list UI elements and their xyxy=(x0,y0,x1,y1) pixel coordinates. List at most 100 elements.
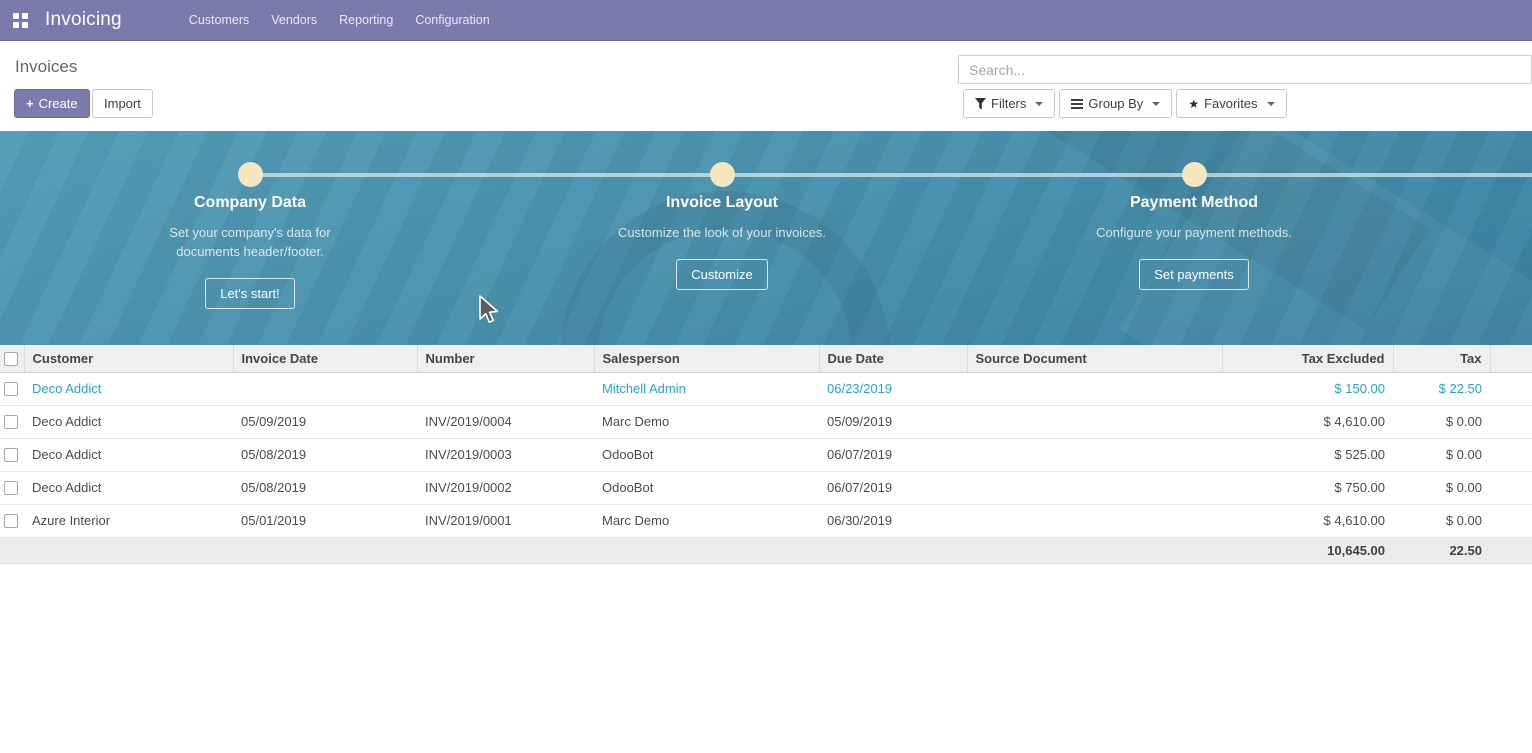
table-row[interactable]: Azure Interior05/01/2019INV/2019/0001Mar… xyxy=(0,504,1532,537)
total-tax: 22.50 xyxy=(1393,537,1490,563)
cell-source-document[interactable] xyxy=(967,471,1222,504)
cell-tax[interactable]: $ 0.00 xyxy=(1393,438,1490,471)
column-header-tax-excluded[interactable]: Tax Excluded xyxy=(1222,345,1393,372)
table-row[interactable]: Deco Addict05/08/2019INV/2019/0003OdooBo… xyxy=(0,438,1532,471)
cell-extra xyxy=(1490,405,1532,438)
cell-invoice-date[interactable]: 05/08/2019 xyxy=(233,471,417,504)
cell-tax[interactable]: $ 22.50 xyxy=(1393,372,1490,405)
cell-source-document[interactable] xyxy=(967,438,1222,471)
cell-customer[interactable]: Deco Addict xyxy=(24,471,233,504)
cell-source-document[interactable] xyxy=(967,405,1222,438)
cell-extra xyxy=(1490,504,1532,537)
cell-source-document[interactable] xyxy=(967,372,1222,405)
row-checkbox[interactable] xyxy=(4,382,18,396)
cell-salesperson[interactable]: OdooBot xyxy=(594,438,819,471)
create-button[interactable]: + Create xyxy=(14,89,90,118)
cell-tax[interactable]: $ 0.00 xyxy=(1393,471,1490,504)
chevron-down-icon xyxy=(1267,102,1275,106)
row-select-cell xyxy=(0,405,24,438)
select-all-checkbox[interactable] xyxy=(4,352,18,366)
import-button[interactable]: Import xyxy=(92,89,153,118)
menu-vendors[interactable]: Vendors xyxy=(260,0,328,41)
onboarding-step-company-data: Company Data Set your company's data for… xyxy=(90,194,410,309)
cell-customer[interactable]: Azure Interior xyxy=(24,504,233,537)
cell-tax-excluded[interactable]: $ 4,610.00 xyxy=(1222,504,1393,537)
table-row[interactable]: Deco Addict05/08/2019INV/2019/0002OdooBo… xyxy=(0,471,1532,504)
cell-number[interactable]: INV/2019/0002 xyxy=(417,471,594,504)
table-row[interactable]: Deco Addict Mitchell Admin06/23/2019 $ 150… xyxy=(0,372,1532,405)
cell-due-date[interactable]: 06/07/2019 xyxy=(819,471,967,504)
cell-number[interactable]: INV/2019/0004 xyxy=(417,405,594,438)
control-panel: Invoices + Create Import Filters Group B… xyxy=(0,41,1532,131)
search-input[interactable] xyxy=(958,55,1532,84)
column-header-invoice-date[interactable]: Invoice Date xyxy=(233,345,417,372)
column-header-due-date[interactable]: Due Date xyxy=(819,345,967,372)
menu-configuration[interactable]: Configuration xyxy=(404,0,500,41)
menu-customers[interactable]: Customers xyxy=(178,0,260,41)
row-checkbox[interactable] xyxy=(4,514,18,528)
column-header-source-document[interactable]: Source Document xyxy=(967,345,1222,372)
lets-start-button[interactable]: Let's start! xyxy=(205,278,295,309)
cell-number[interactable]: INV/2019/0003 xyxy=(417,438,594,471)
totals-row: 10,645.00 22.50 xyxy=(0,537,1532,563)
cell-customer[interactable]: Deco Addict xyxy=(24,438,233,471)
row-checkbox[interactable] xyxy=(4,415,18,429)
page-title: Invoices xyxy=(15,57,77,77)
cell-number[interactable]: INV/2019/0001 xyxy=(417,504,594,537)
invoice-list-table: CustomerInvoice DateNumberSalespersonDue… xyxy=(0,345,1532,564)
cell-due-date[interactable]: 05/09/2019 xyxy=(819,405,967,438)
row-checkbox[interactable] xyxy=(4,448,18,462)
cell-due-date[interactable]: 06/30/2019 xyxy=(819,504,967,537)
cell-invoice-date[interactable]: 05/01/2019 xyxy=(233,504,417,537)
cell-tax-excluded[interactable]: $ 750.00 xyxy=(1222,471,1393,504)
top-menu: Customers Vendors Reporting Configuratio… xyxy=(178,0,501,41)
cell-extra xyxy=(1490,438,1532,471)
cell-extra xyxy=(1490,471,1532,504)
totals-empty-cell xyxy=(0,537,24,563)
onboarding-step-payment-method: Payment Method Configure your payment me… xyxy=(1034,194,1354,290)
step-dot-invoice-layout[interactable] xyxy=(710,162,735,187)
cell-tax[interactable]: $ 0.00 xyxy=(1393,504,1490,537)
total-tax-excluded: 10,645.00 xyxy=(1222,537,1393,563)
cell-salesperson[interactable]: Marc Demo xyxy=(594,405,819,438)
cell-salesperson[interactable]: OdooBot xyxy=(594,471,819,504)
cell-tax-excluded[interactable]: $ 4,610.00 xyxy=(1222,405,1393,438)
cell-tax-excluded[interactable]: $ 525.00 xyxy=(1222,438,1393,471)
plus-icon: + xyxy=(26,97,34,110)
menu-reporting[interactable]: Reporting xyxy=(328,0,404,41)
step-dot-payment-method[interactable] xyxy=(1182,162,1207,187)
apps-menu-icon[interactable] xyxy=(13,13,28,28)
group-by-button[interactable]: Group By xyxy=(1059,89,1172,118)
cell-tax-excluded[interactable]: $ 150.00 xyxy=(1222,372,1393,405)
cell-invoice-date[interactable] xyxy=(233,372,417,405)
column-header-tax[interactable]: Tax xyxy=(1393,345,1490,372)
cell-customer[interactable]: Deco Addict xyxy=(24,372,233,405)
cell-invoice-date[interactable]: 05/09/2019 xyxy=(233,405,417,438)
cell-source-document[interactable] xyxy=(967,504,1222,537)
column-header-salesperson[interactable]: Salesperson xyxy=(594,345,819,372)
step-title: Invoice Layout xyxy=(562,194,882,212)
filter-bar: Filters Group By ★ Favorites xyxy=(963,89,1287,118)
column-header-customer[interactable]: Customer xyxy=(24,345,233,372)
step-title: Company Data xyxy=(90,194,410,212)
cell-customer[interactable]: Deco Addict xyxy=(24,405,233,438)
row-select-cell xyxy=(0,504,24,537)
cell-due-date[interactable]: 06/23/2019 xyxy=(819,372,967,405)
cell-invoice-date[interactable]: 05/08/2019 xyxy=(233,438,417,471)
step-dot-company-data[interactable] xyxy=(238,162,263,187)
cell-due-date[interactable]: 06/07/2019 xyxy=(819,438,967,471)
set-payments-button[interactable]: Set payments xyxy=(1139,259,1249,290)
cell-salesperson[interactable]: Mitchell Admin xyxy=(594,372,819,405)
app-brand[interactable]: Invoicing xyxy=(45,9,122,31)
table-row[interactable]: Deco Addict05/09/2019INV/2019/0004Marc D… xyxy=(0,405,1532,438)
onboarding-progress-line xyxy=(250,173,1532,177)
table-header-row: CustomerInvoice DateNumberSalespersonDue… xyxy=(0,345,1532,372)
cell-salesperson[interactable]: Marc Demo xyxy=(594,504,819,537)
row-checkbox[interactable] xyxy=(4,481,18,495)
favorites-button[interactable]: ★ Favorites xyxy=(1176,89,1286,118)
filters-button[interactable]: Filters xyxy=(963,89,1055,118)
customize-button[interactable]: Customize xyxy=(676,259,767,290)
column-header-number[interactable]: Number xyxy=(417,345,594,372)
cell-number[interactable] xyxy=(417,372,594,405)
cell-tax[interactable]: $ 0.00 xyxy=(1393,405,1490,438)
